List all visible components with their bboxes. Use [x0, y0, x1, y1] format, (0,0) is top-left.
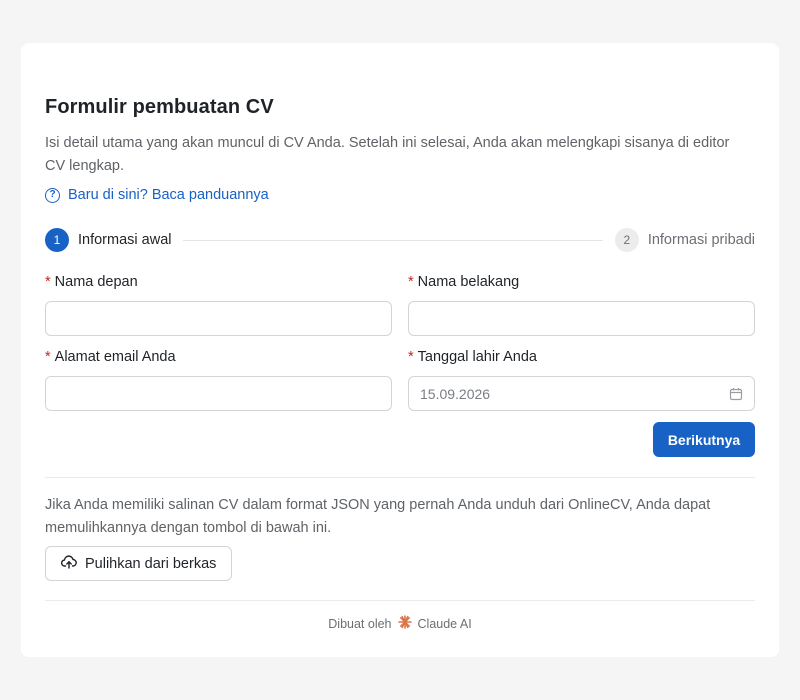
restore-from-file-button[interactable]: Pulihkan dari berkas [45, 546, 233, 581]
first-name-input[interactable] [57, 302, 380, 335]
first-name-input-box [45, 301, 392, 336]
section-divider [45, 477, 755, 478]
first-name-label: * Nama depan [45, 274, 138, 290]
cv-form-card: Formulir pembuatan CV Isi detail utama y… [21, 43, 779, 657]
email-field: * Alamat email Anda [45, 349, 392, 411]
cloud-upload-icon [60, 554, 77, 573]
next-button[interactable]: Berikutnya [653, 422, 755, 457]
birthdate-field: * Tanggal lahir Anda 15.09.2026 [408, 349, 755, 411]
step-initial-info: 1 Informasi awal [45, 228, 171, 252]
last-name-input[interactable] [420, 302, 743, 335]
required-mark: * [408, 349, 414, 365]
guide-link[interactable]: ? Baru di sini? Baca panduannya [45, 187, 269, 203]
step-number: 2 [614, 228, 639, 252]
email-label: * Alamat email Anda [45, 349, 176, 365]
required-mark: * [45, 274, 51, 290]
last-name-field: * Nama belakang [408, 274, 755, 336]
step-label: Informasi pribadi [647, 232, 755, 248]
calendar-icon[interactable] [729, 387, 743, 401]
page-title: Formulir pembuatan CV [45, 96, 274, 118]
first-name-field: * Nama depan [45, 274, 392, 336]
birthdate-input[interactable]: 15.09.2026 [408, 376, 755, 411]
guide-link-label: Baru di sini? Baca panduannya [68, 187, 269, 203]
page-subtitle: Isi detail utama yang akan muncul di CV … [45, 135, 730, 174]
question-circle-icon: ? [45, 187, 60, 203]
required-mark: * [45, 349, 51, 365]
footer-divider [45, 600, 755, 601]
footer: Dibuat oleh Claude AI [45, 615, 755, 632]
step-label: Informasi awal [78, 232, 172, 248]
last-name-label: * Nama belakang [408, 274, 520, 290]
birthdate-value: 15.09.2026 [420, 385, 491, 402]
footer-prefix: Dibuat oleh [328, 616, 392, 631]
footer-brand-link[interactable]: Claude AI [418, 617, 472, 631]
step-personal-info: 2 Informasi pribadi [614, 228, 755, 252]
restore-description: Jika Anda memiliki salinan CV dalam form… [45, 497, 711, 536]
step-number: 1 [45, 228, 69, 252]
email-input[interactable] [57, 377, 380, 410]
birthdate-label: * Tanggal lahir Anda [408, 349, 537, 365]
restore-button-label: Pulihkan dari berkas [85, 555, 217, 572]
last-name-input-box [408, 301, 755, 336]
step-connector [183, 239, 603, 241]
required-mark: * [408, 274, 414, 290]
stepper: 1 Informasi awal 2 Informasi pribadi [45, 228, 755, 252]
email-input-box [45, 376, 392, 411]
claude-sunburst-icon [397, 615, 412, 632]
